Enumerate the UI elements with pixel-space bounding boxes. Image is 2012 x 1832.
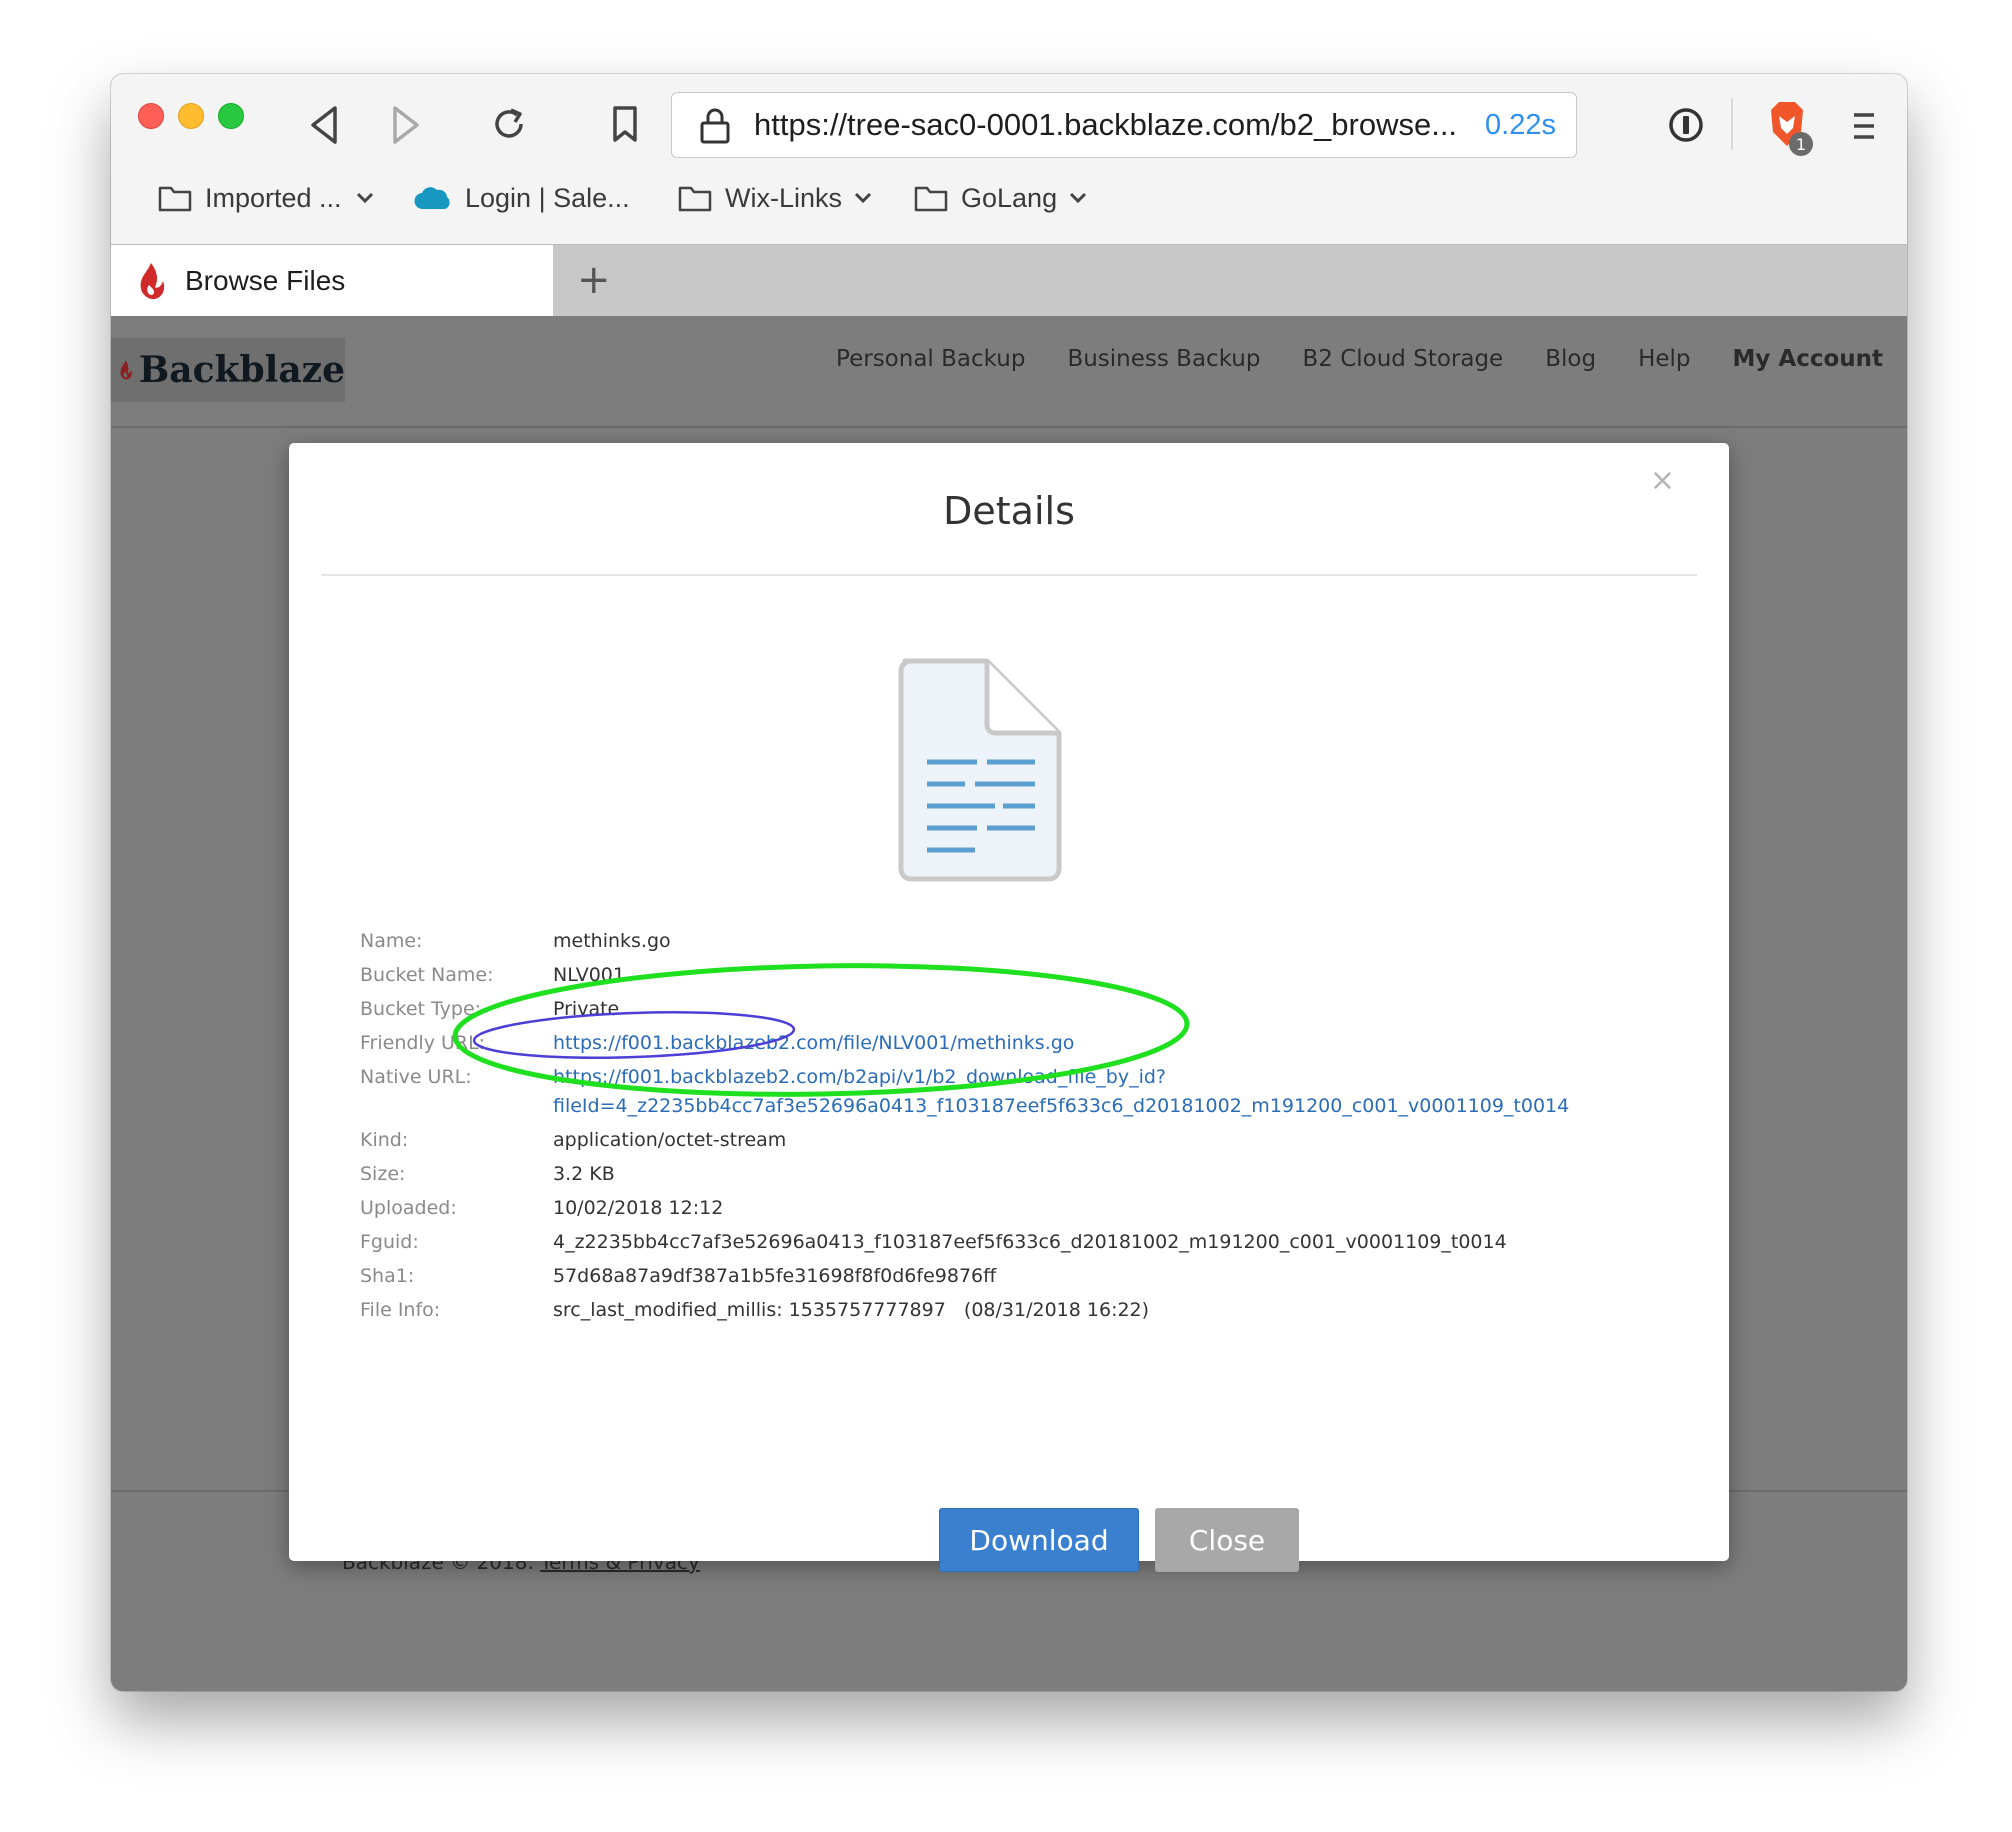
bookmark-salesforce-login[interactable]: Login | Sale... bbox=[413, 178, 630, 218]
bookmark-label: Wix-Links bbox=[725, 182, 843, 213]
field-label: Fguid: bbox=[360, 1231, 419, 1253]
field-value-file-info: src_last_modified_millis: 1535757777897 … bbox=[553, 1299, 1150, 1321]
field-value-sha1: 57d68a87a9df387a1b5fe31698f8f0d6fe9876ff bbox=[553, 1265, 997, 1287]
url-text: https://tree-sac0-0001.backblaze.com/b2_… bbox=[754, 107, 1458, 142]
field-value-bucket-name: NLV001 bbox=[553, 964, 625, 986]
folder-icon bbox=[158, 186, 192, 212]
minimize-window-button[interactable] bbox=[178, 103, 204, 129]
tab-browse-files[interactable]: Browse Files bbox=[111, 245, 553, 317]
back-icon[interactable] bbox=[307, 104, 343, 146]
load-time: 0.22s bbox=[1485, 109, 1556, 141]
new-tab-button[interactable]: + bbox=[577, 257, 611, 303]
folder-icon bbox=[678, 186, 712, 212]
file-details: Name: methinks.go Bucket Name: NLV001 Bu… bbox=[360, 927, 1660, 1330]
field-value-bucket-type: Private bbox=[553, 998, 620, 1020]
detail-row-bucket-name: Bucket Name: NLV001 bbox=[360, 961, 1660, 990]
field-label: Name: bbox=[360, 930, 423, 952]
field-label: Bucket Name: bbox=[360, 964, 494, 986]
folder-icon bbox=[914, 186, 948, 212]
nav-help[interactable]: Help bbox=[1638, 346, 1690, 372]
field-label: Friendly URL: bbox=[360, 1032, 486, 1054]
bookmark-folder-imported[interactable]: Imported ... bbox=[157, 178, 386, 218]
bookmark-folder-wix-links[interactable]: Wix-Links bbox=[677, 178, 884, 218]
chevron-down-icon bbox=[854, 192, 872, 204]
field-label: Size: bbox=[360, 1163, 406, 1185]
modal-title: Details bbox=[943, 489, 1075, 533]
logo-text: Backblaze bbox=[138, 349, 345, 391]
nav-b2-cloud-storage[interactable]: B2 Cloud Storage bbox=[1302, 346, 1503, 372]
detail-row-size: Size: 3.2 KB bbox=[360, 1160, 1660, 1189]
detail-row-uploaded: Uploaded: 10/02/2018 12:12 bbox=[360, 1194, 1660, 1223]
field-value-fguid: 4_z2235bb4cc7af3e52696a0413_f103187eef5f… bbox=[553, 1231, 1507, 1253]
download-button[interactable]: Download bbox=[939, 1508, 1139, 1572]
shields-count: 1 bbox=[1796, 135, 1806, 154]
detail-row-name: Name: methinks.go bbox=[360, 927, 1660, 956]
native-url-link-line1[interactable]: https://f001.backblazeb2.com/b2api/v1/b2… bbox=[553, 1066, 1166, 1088]
brave-shields-icon[interactable]: 1 bbox=[1757, 98, 1819, 160]
nav-business-backup[interactable]: Business Backup bbox=[1067, 346, 1260, 372]
nav-my-account[interactable]: My Account bbox=[1733, 346, 1884, 372]
nav-blog[interactable]: Blog bbox=[1545, 346, 1596, 372]
detail-row-kind: Kind: application/octet-stream bbox=[360, 1126, 1660, 1155]
close-window-button[interactable] bbox=[138, 103, 164, 129]
browser-window: https://tree-sac0-0001.backblaze.com/b2_… bbox=[111, 74, 1907, 1691]
salesforce-cloud-icon bbox=[414, 187, 450, 210]
details-modal: Details × Name: methinks.go Bucket Name:… bbox=[289, 443, 1729, 1572]
lock-icon bbox=[700, 108, 730, 144]
toolbar-divider bbox=[1731, 98, 1733, 150]
forward-icon[interactable] bbox=[387, 104, 423, 146]
modal-close-icon[interactable]: × bbox=[1650, 463, 1675, 498]
field-value-name: methinks.go bbox=[553, 930, 671, 952]
password-manager-icon[interactable] bbox=[1667, 106, 1705, 144]
main-nav: Personal Backup Business Backup B2 Cloud… bbox=[836, 346, 1883, 372]
detail-row-friendly-url: Friendly URL: https://f001.backblazeb2.c… bbox=[360, 1029, 1660, 1058]
field-label: Sha1: bbox=[360, 1265, 415, 1287]
field-label: Native URL: bbox=[360, 1066, 472, 1088]
document-icon bbox=[895, 655, 1065, 889]
site-header: Backblaze Personal Backup Business Backu… bbox=[111, 316, 1907, 428]
field-label: Uploaded: bbox=[360, 1197, 457, 1219]
chevron-down-icon bbox=[356, 192, 373, 204]
chevron-down-icon bbox=[1070, 192, 1087, 204]
detail-row-bucket-type: Bucket Type: Private bbox=[360, 995, 1660, 1024]
nav-personal-backup[interactable]: Personal Backup bbox=[836, 346, 1025, 372]
field-label: Kind: bbox=[360, 1129, 409, 1151]
field-label: File Info: bbox=[360, 1299, 441, 1321]
native-url-link-line2[interactable]: fileId=4_z2235bb4cc7af3e52696a0413_f1031… bbox=[553, 1095, 1569, 1117]
field-value-uploaded: 10/02/2018 12:12 bbox=[553, 1197, 724, 1219]
backblaze-flame-icon bbox=[120, 360, 132, 380]
detail-row-fguid: Fguid: 4_z2235bb4cc7af3e52696a0413_f1031… bbox=[360, 1228, 1660, 1257]
detail-row-sha1: Sha1: 57d68a87a9df387a1b5fe31698f8f0d6fe… bbox=[360, 1262, 1660, 1291]
bookmark-label: GoLang bbox=[961, 182, 1058, 213]
friendly-url-link[interactable]: https://f001.backblazeb2.com/file/NLV001… bbox=[553, 1032, 1074, 1054]
detail-row-native-url: Native URL: https://f001.backblazeb2.com… bbox=[360, 1063, 1660, 1121]
bookmark-icon[interactable] bbox=[609, 102, 641, 146]
zoom-window-button[interactable] bbox=[218, 103, 244, 129]
browser-toolbar: https://tree-sac0-0001.backblaze.com/b2_… bbox=[111, 74, 1907, 244]
modal-divider bbox=[321, 574, 1697, 576]
bookmark-label: Login | Sale... bbox=[465, 182, 630, 213]
field-label: Bucket Type: bbox=[360, 998, 482, 1020]
tab-strip: Browse Files + bbox=[111, 244, 1907, 317]
reload-icon[interactable] bbox=[487, 102, 531, 146]
field-value-size: 3.2 KB bbox=[553, 1163, 615, 1185]
detail-row-file-info: File Info: src_last_modified_millis: 153… bbox=[360, 1296, 1660, 1325]
field-value-kind: application/octet-stream bbox=[553, 1129, 787, 1151]
address-bar[interactable]: https://tree-sac0-0001.backblaze.com/b2_… bbox=[671, 92, 1577, 158]
bookmark-label: Imported ... bbox=[205, 182, 342, 213]
close-button[interactable]: Close bbox=[1155, 1508, 1299, 1572]
tab-title: Browse Files bbox=[185, 265, 346, 296]
menu-icon[interactable] bbox=[1849, 110, 1879, 142]
bookmark-folder-golang[interactable]: GoLang bbox=[913, 178, 1099, 218]
backblaze-flame-icon bbox=[140, 263, 165, 300]
backblaze-logo[interactable]: Backblaze bbox=[111, 338, 345, 402]
